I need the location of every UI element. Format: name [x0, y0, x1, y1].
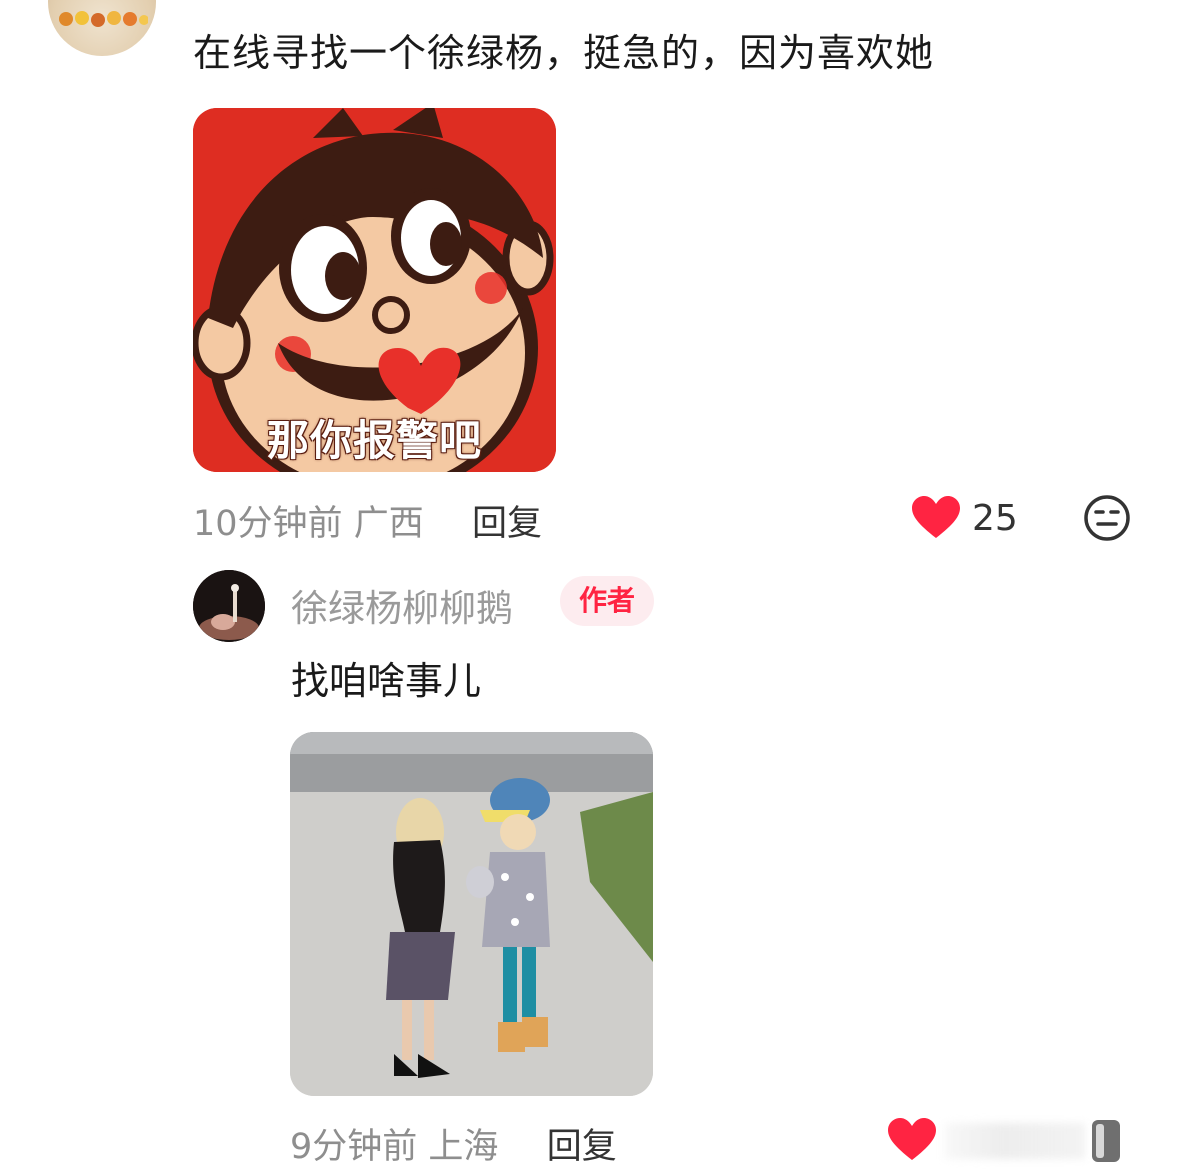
- reply-text: 找咱啥事儿: [291, 659, 482, 703]
- comment-text: 在线寻找一个徐绿杨，挺急的，因为喜欢她: [193, 31, 935, 75]
- heart-icon[interactable]: [888, 1118, 936, 1162]
- reply-meta: 9分钟前 上海 回复: [290, 1118, 617, 1169]
- meh-face-icon[interactable]: [1083, 494, 1131, 542]
- like-count: 25: [972, 498, 1018, 539]
- commenter-avatar[interactable]: [48, 0, 156, 56]
- can-icon: [1092, 1120, 1120, 1162]
- comment-meta: 10分钟前 广西 回复: [193, 495, 542, 546]
- comment-time: 10分钟前: [193, 504, 343, 544]
- comment-location: 广西: [353, 504, 424, 544]
- comment-sticker-image[interactable]: 那你报警吧: [193, 108, 556, 472]
- avatar-dolls-image: [59, 11, 148, 27]
- reply-time: 9分钟前: [290, 1127, 418, 1167]
- reply-avatar[interactable]: [193, 570, 265, 642]
- author-badge: 作者: [560, 576, 654, 626]
- reply-location: 上海: [428, 1127, 499, 1167]
- sticker-caption: 那你报警吧: [266, 416, 482, 465]
- avatar-image: [193, 570, 265, 642]
- reply-button[interactable]: 回复: [472, 504, 542, 544]
- reply-reply-button[interactable]: 回复: [547, 1127, 617, 1167]
- watermark-blur: [945, 1123, 1085, 1159]
- reply-username[interactable]: 徐绿杨柳柳鹅: [291, 578, 513, 632]
- reply-photo-image[interactable]: [290, 732, 653, 1096]
- heart-icon[interactable]: [912, 496, 960, 540]
- two-girls-photo: [290, 732, 653, 1096]
